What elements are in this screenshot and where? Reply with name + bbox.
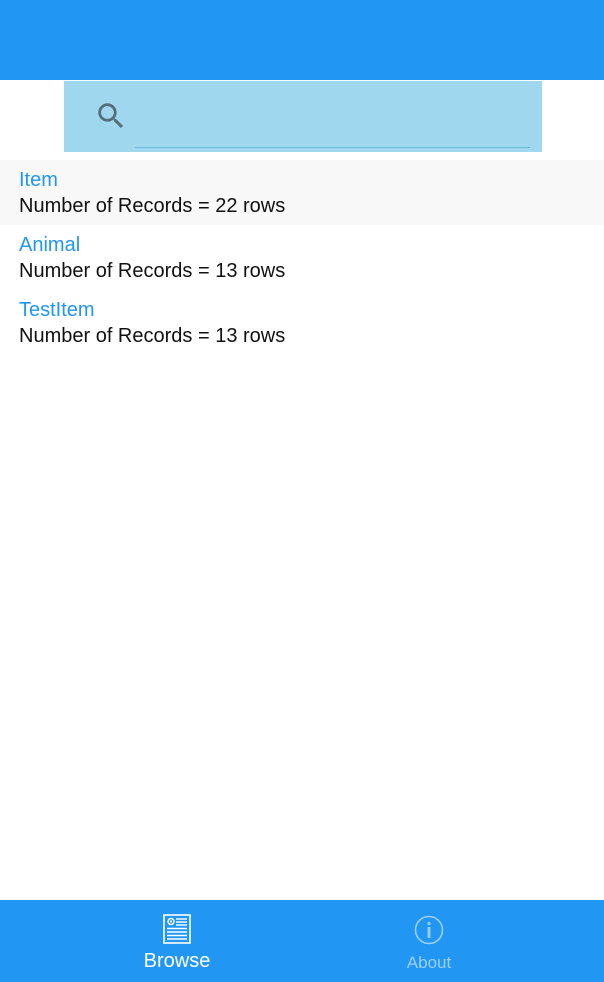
item-title: Item (19, 169, 58, 191)
item-title: Animal (19, 234, 81, 256)
list-item-animal[interactable]: Animal Number of Records = 13 rows (0, 225, 604, 290)
records-list: Item Number of Records = 22 rows Animal … (0, 160, 604, 355)
item-title: TestItem (19, 299, 95, 321)
search-icon[interactable] (94, 99, 128, 133)
tab-browse[interactable]: Browse (0, 900, 302, 982)
list-item-item[interactable]: Item Number of Records = 22 rows (0, 160, 604, 225)
browse-icon (163, 914, 191, 944)
item-detail: Number of Records = 22 rows (19, 195, 286, 217)
item-detail: Number of Records = 13 rows (19, 260, 286, 282)
search-input[interactable] (135, 85, 530, 148)
tab-about[interactable]: About (302, 900, 604, 982)
info-icon (414, 915, 444, 945)
tab-browse-label: Browse (143, 950, 211, 972)
list-item-testitem[interactable]: TestItem Number of Records = 13 rows (0, 290, 604, 355)
top-app-bar (0, 0, 604, 80)
tab-about-label: About (406, 953, 452, 972)
item-detail: Number of Records = 13 rows (19, 325, 286, 347)
bottom-navigation: Browse About (0, 900, 604, 982)
